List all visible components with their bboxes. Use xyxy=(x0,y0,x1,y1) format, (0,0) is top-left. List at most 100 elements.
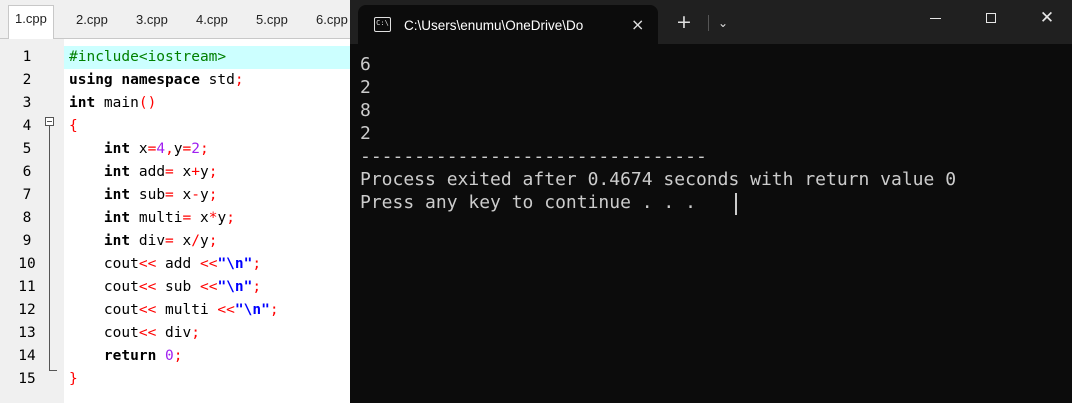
code-token: y xyxy=(199,164,209,180)
code-line: #include<iostream> xyxy=(69,46,226,69)
close-window-button[interactable]: ✕ xyxy=(1024,0,1070,38)
new-tab-button[interactable]: + xyxy=(676,10,692,34)
code-line: int x=4,y=2; xyxy=(69,138,209,161)
code-line: int multi= x*y; xyxy=(69,207,235,230)
tab-5-cpp[interactable]: 5.cpp xyxy=(254,8,290,38)
line-number: 2 xyxy=(22,72,32,88)
code-token: x xyxy=(173,164,192,180)
line-number: 11 xyxy=(18,279,36,295)
code-line: cout<< multi <<"\n"; xyxy=(69,299,279,322)
code-token: ; xyxy=(252,279,262,295)
terminal-tab[interactable]: C:\ C:\Users\enumu\OneDrive\Do × xyxy=(358,5,658,44)
console-line: Press any key to continue . . . xyxy=(360,192,707,213)
code-token: cout xyxy=(69,279,139,295)
code-line: int div= x/y; xyxy=(69,230,218,253)
code-token: "\n" xyxy=(217,256,253,272)
code-token: cout xyxy=(69,302,139,318)
code-token: = xyxy=(165,164,174,180)
tab-6-cpp[interactable]: 6.cpp xyxy=(314,8,350,38)
line-number: 9 xyxy=(22,233,32,249)
fold-collapse-icon[interactable] xyxy=(45,117,54,126)
code-editor[interactable]: 1.cpp 2.cpp 3.cpp 4.cpp 5.cpp 6.cpp 1 2 3 4… xyxy=(0,0,352,403)
code-line: return 0; xyxy=(69,345,183,368)
code-token: "\n" xyxy=(217,279,253,295)
maximize-button[interactable] xyxy=(968,0,1014,38)
terminal-tab-title: C:\Users\enumu\OneDrive\Do xyxy=(404,18,584,33)
code-token: = xyxy=(165,187,174,203)
code-line: } xyxy=(69,368,78,391)
code-token: y xyxy=(199,233,209,249)
code-token: << xyxy=(199,279,218,295)
code-token: y xyxy=(173,141,183,157)
console-line: 2 xyxy=(360,123,371,144)
code-token: int xyxy=(69,95,96,111)
chevron-down-icon[interactable]: ⌄ xyxy=(718,12,728,34)
tab-3-cpp[interactable]: 3.cpp xyxy=(134,8,170,38)
maximize-icon xyxy=(986,13,996,23)
code-token: { xyxy=(69,118,78,134)
code-token: ; xyxy=(191,325,200,341)
code-token: ; xyxy=(234,72,244,88)
code-token: = xyxy=(182,210,192,226)
code-token: } xyxy=(69,371,78,387)
code-line: cout<< div; xyxy=(69,322,200,345)
tab-separator xyxy=(708,15,709,31)
minimize-icon xyxy=(929,17,941,19)
code-line: int sub= x-y; xyxy=(69,184,218,207)
code-token: << xyxy=(199,256,218,272)
line-number: 14 xyxy=(18,348,36,364)
code-token: ; xyxy=(200,141,209,157)
close-tab-icon[interactable]: × xyxy=(631,5,644,44)
line-number: 1 xyxy=(22,49,32,65)
code-token: div xyxy=(130,233,166,249)
editor-tab-bar: 1.cpp 2.cpp 3.cpp 4.cpp 5.cpp 6.cpp xyxy=(0,0,352,39)
terminal-title-bar: C:\ C:\Users\enumu\OneDrive\Do × + ⌄ ✕ xyxy=(350,0,1072,44)
tab-4-cpp[interactable]: 4.cpp xyxy=(194,8,230,38)
tab-2-cpp[interactable]: 2.cpp xyxy=(74,8,110,38)
console-line: 8 xyxy=(360,100,371,121)
code-token: ; xyxy=(173,348,183,364)
code-token: div xyxy=(156,325,192,341)
code-token: << xyxy=(138,302,157,318)
minimize-button[interactable] xyxy=(912,0,958,38)
code-token: int xyxy=(103,210,131,226)
console-line: -------------------------------- xyxy=(360,146,707,167)
code-token: "\n" xyxy=(234,302,270,318)
fold-guide-end xyxy=(49,370,57,371)
console-line: 2 xyxy=(360,77,371,98)
code-token: << xyxy=(138,279,157,295)
code-token: int xyxy=(103,141,131,157)
code-token: cout xyxy=(69,325,139,341)
code-token: ; xyxy=(269,302,279,318)
code-token: multi xyxy=(156,302,218,318)
code-token: () xyxy=(138,95,157,111)
code-token: return xyxy=(103,348,157,364)
code-token: x xyxy=(130,141,148,157)
terminal-window[interactable]: C:\ C:\Users\enumu\OneDrive\Do × + ⌄ ✕ 6… xyxy=(350,0,1072,403)
code-line: using namespace std; xyxy=(69,69,244,92)
code-token: - xyxy=(191,187,200,203)
code-token: << xyxy=(217,302,235,318)
code-token: + xyxy=(191,164,200,180)
code-line: int add= x+y; xyxy=(69,161,218,184)
code-token: ; xyxy=(252,256,262,272)
line-number: 3 xyxy=(22,95,32,111)
console-line: Process exited after 0.4674 seconds with… xyxy=(360,169,957,190)
tab-1-cpp[interactable]: 1.cpp xyxy=(8,5,54,39)
code-token: multi xyxy=(130,210,183,226)
code-token: add xyxy=(156,256,200,272)
code-token: ; xyxy=(208,187,218,203)
line-number: 15 xyxy=(18,371,36,387)
code-token: sub xyxy=(156,279,200,295)
line-number: 5 xyxy=(22,141,32,157)
console-icon: C:\ xyxy=(374,17,391,32)
console-line: 6 xyxy=(360,54,371,75)
line-number: 10 xyxy=(18,256,36,272)
